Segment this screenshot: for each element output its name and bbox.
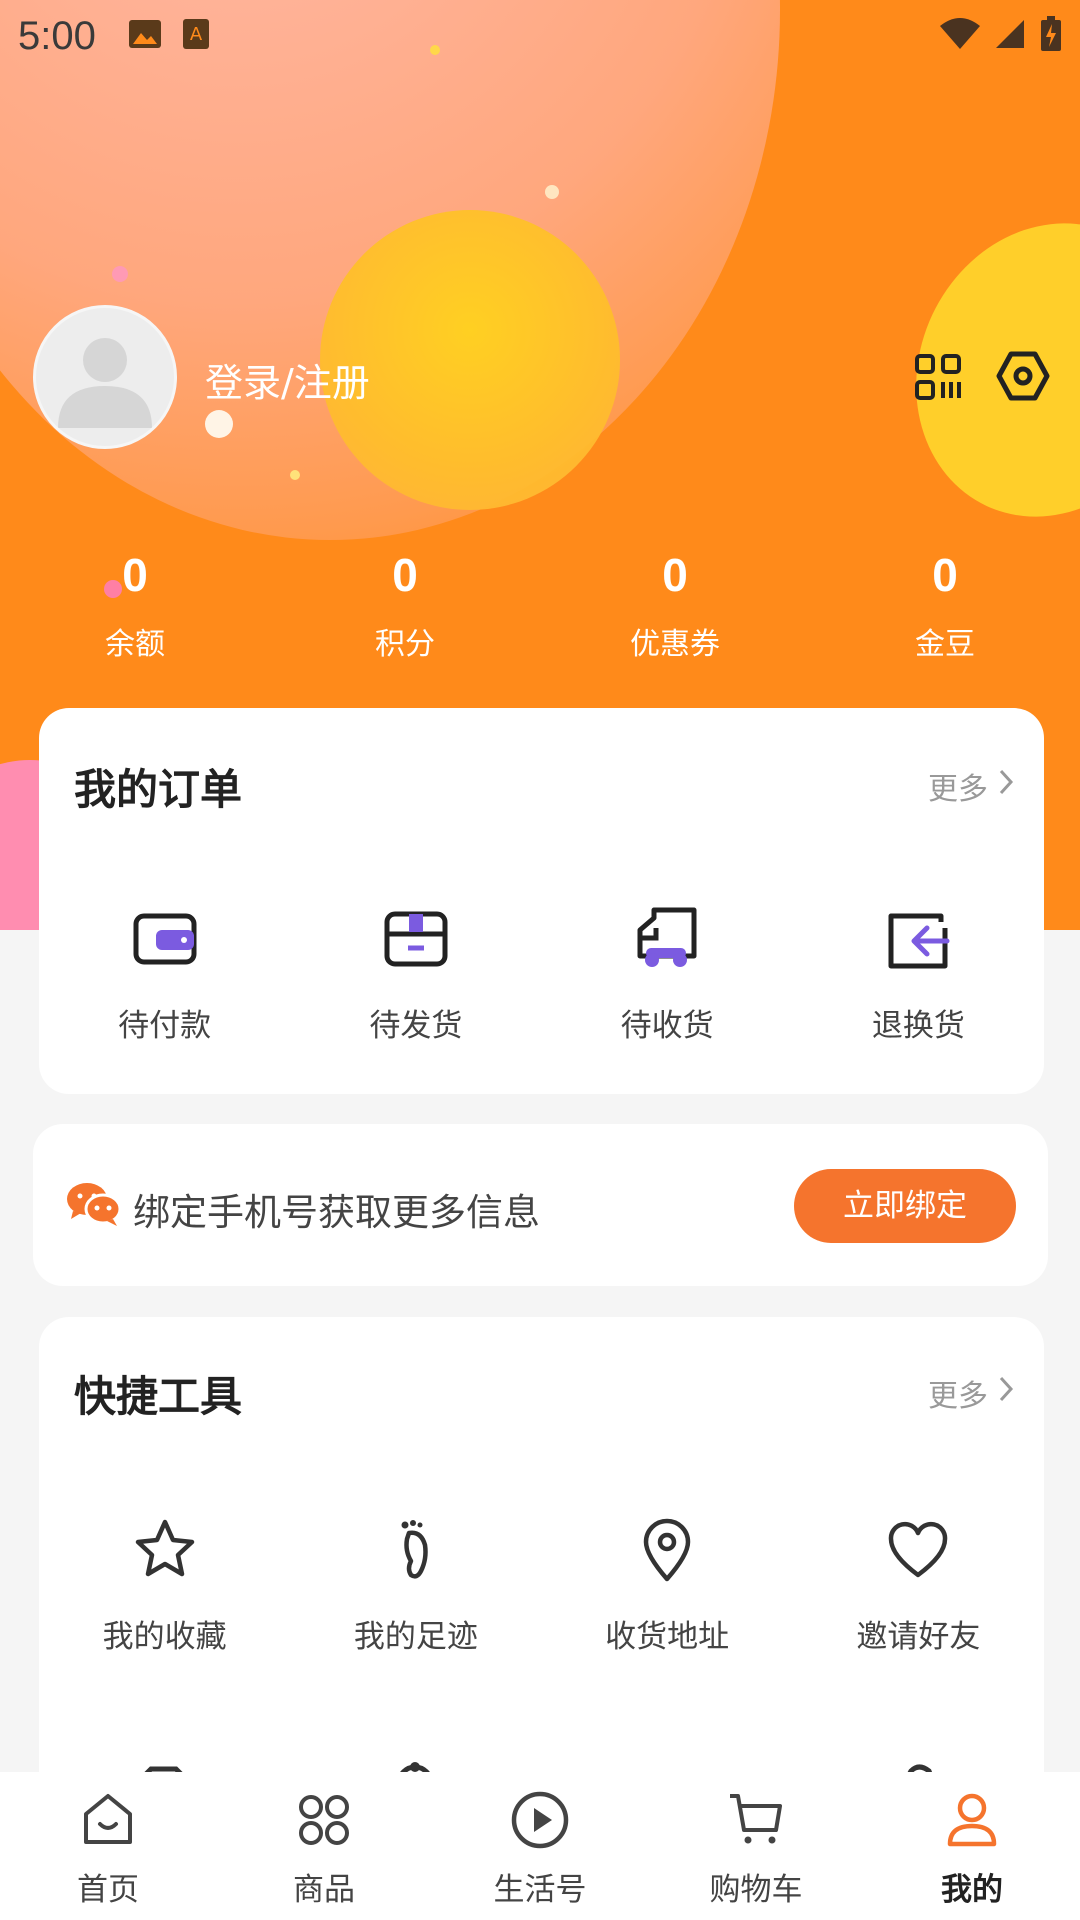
tab-label: 首页 <box>77 1872 139 1908</box>
tab-label: 商品 <box>293 1872 355 1908</box>
order-status-label: 待发货 <box>369 1008 463 1044</box>
wechat-icon <box>67 1181 122 1227</box>
stat-label: 积分 <box>375 627 435 662</box>
stat-value: 0 <box>932 549 958 601</box>
tools-grid: 我的收藏 我的足迹 收货地址 邀请好友 <box>39 1515 1044 1656</box>
heart-icon <box>883 1515 953 1585</box>
tool-addresses[interactable]: 收货地址 <box>542 1515 793 1656</box>
qr-code-icon[interactable] <box>914 353 962 401</box>
stat-gold-beans[interactable]: 0 金豆 <box>810 545 1080 663</box>
account-stats: 0 余额 0 积分 0 优惠券 0 金豆 <box>0 545 1080 663</box>
cart-icon <box>726 1790 786 1850</box>
order-pending-shipment[interactable]: 待发货 <box>290 904 541 1045</box>
stat-value: 0 <box>392 549 418 601</box>
quick-tools-card: 快捷工具 更多 我的收藏 我的足迹 收货地址 邀请好友 <box>39 1317 1044 1817</box>
user-icon <box>942 1790 1002 1850</box>
wallet-icon <box>130 904 200 974</box>
grid-icon <box>294 1790 354 1850</box>
bind-phone-banner: 绑定手机号获取更多信息 立即绑定 <box>33 1124 1048 1286</box>
tool-label: 收货地址 <box>605 1619 730 1655</box>
home-icon <box>78 1790 138 1850</box>
order-status-label: 退换货 <box>871 1008 965 1044</box>
tool-favorites[interactable]: 我的收藏 <box>39 1515 290 1656</box>
stat-coupons[interactable]: 0 优惠券 <box>540 545 810 663</box>
tab-products[interactable]: 商品 <box>216 1772 432 1920</box>
box-icon <box>381 904 451 974</box>
tab-life[interactable]: 生活号 <box>432 1772 648 1920</box>
stat-label: 余额 <box>105 627 165 662</box>
login-register-link[interactable]: 登录/注册 <box>205 352 370 407</box>
svg-text:A: A <box>190 24 203 45</box>
order-status-label: 待收货 <box>620 1008 714 1044</box>
return-icon <box>883 904 953 974</box>
stat-balance[interactable]: 0 余额 <box>0 545 270 663</box>
order-status-label: 待付款 <box>118 1008 212 1044</box>
tools-more-link[interactable]: 更多 <box>928 1371 1014 1415</box>
more-label: 更多 <box>928 1379 988 1414</box>
tab-label: 购物车 <box>709 1872 803 1908</box>
chevron-right-icon <box>998 1375 1014 1411</box>
bottom-tab-bar: 首页 商品 生活号 购物车 我的 <box>0 1772 1080 1920</box>
order-pending-receipt[interactable]: 待收货 <box>542 904 793 1045</box>
tab-label: 生活号 <box>493 1872 587 1908</box>
status-bar: 5:00 A <box>0 0 1080 72</box>
star-icon <box>130 1515 200 1585</box>
wifi-icon <box>940 18 980 54</box>
stat-label: 优惠券 <box>630 627 720 662</box>
more-label: 更多 <box>928 772 988 807</box>
stat-value: 0 <box>122 549 148 601</box>
orders-card: 我的订单 更多 待付款 待发货 待收货 退换货 <box>39 708 1044 1094</box>
status-time: 5:00 <box>18 13 96 58</box>
chevron-right-icon <box>998 768 1014 804</box>
avatar[interactable] <box>33 305 177 449</box>
tool-label: 我的收藏 <box>102 1619 227 1655</box>
location-icon <box>632 1515 702 1585</box>
tool-footprints[interactable]: 我的足迹 <box>290 1515 541 1656</box>
settings-icon[interactable] <box>996 349 1050 403</box>
tab-home[interactable]: 首页 <box>0 1772 216 1920</box>
order-returns[interactable]: 退换货 <box>793 904 1044 1045</box>
tool-label: 我的足迹 <box>353 1619 478 1655</box>
stat-label: 金豆 <box>915 627 975 662</box>
truck-icon <box>632 904 702 974</box>
tab-mine[interactable]: 我的 <box>864 1772 1080 1920</box>
profile-page: 5:00 A 登录/注册 0 余额 0 积分 0 优惠券 0 金豆 我的订单 更… <box>0 0 1080 1920</box>
bind-phone-text: 绑定手机号获取更多信息 <box>133 1191 540 1234</box>
orders-more-link[interactable]: 更多 <box>928 764 1014 808</box>
battery-icon <box>1040 16 1062 56</box>
order-pending-payment[interactable]: 待付款 <box>39 904 290 1045</box>
order-status-grid: 待付款 待发货 待收货 退换货 <box>39 904 1044 1045</box>
orders-title: 我的订单 <box>74 765 243 814</box>
bind-now-button[interactable]: 立即绑定 <box>794 1169 1016 1243</box>
stat-value: 0 <box>662 549 688 601</box>
image-notification-icon <box>128 19 162 53</box>
footprint-icon <box>381 1515 451 1585</box>
stat-points[interactable]: 0 积分 <box>270 545 540 663</box>
signal-icon <box>994 18 1026 54</box>
tools-title: 快捷工具 <box>74 1372 243 1421</box>
app-notification-icon: A <box>182 18 210 54</box>
tab-cart[interactable]: 购物车 <box>648 1772 864 1920</box>
tool-label: 邀请好友 <box>856 1619 981 1655</box>
tab-label: 我的 <box>941 1872 1003 1908</box>
play-icon <box>510 1790 570 1850</box>
tool-invite-friends[interactable]: 邀请好友 <box>793 1515 1044 1656</box>
